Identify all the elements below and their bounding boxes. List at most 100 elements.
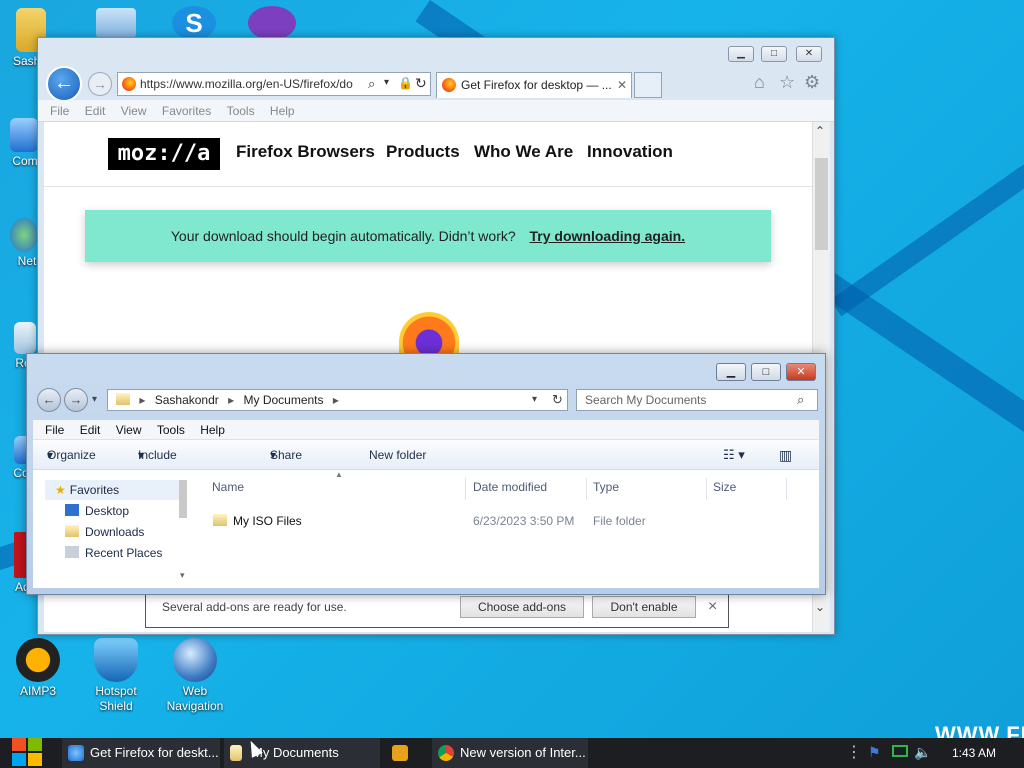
- favorites-star-icon[interactable]: ☆: [779, 72, 795, 93]
- forward-button[interactable]: →: [64, 388, 88, 412]
- network-icon: [10, 218, 38, 252]
- column-header-date-modified[interactable]: Date modified: [473, 478, 587, 500]
- globe-icon: [173, 638, 217, 682]
- desktop-icon-aimp3[interactable]: AIMP3: [8, 638, 68, 698]
- sidebar-item-recent-places[interactable]: Recent Places: [65, 543, 162, 563]
- explorer-window[interactable]: ▁ □ ✕ ← → ▾ ▸ Sashakondr ▸ My Documents …: [26, 353, 826, 595]
- media-player-icon: [392, 745, 408, 761]
- nav-firefox-browsers[interactable]: Firefox Browsers: [236, 142, 375, 162]
- control-panel-icon[interactable]: [96, 8, 136, 38]
- close-button[interactable]: ✕: [786, 363, 816, 381]
- dont-enable-button[interactable]: Don't enable: [592, 596, 696, 618]
- search-icon[interactable]: ⌕: [368, 76, 375, 92]
- column-header-size[interactable]: Size: [713, 478, 787, 500]
- close-button[interactable]: ✕: [796, 46, 822, 62]
- view-options-icon[interactable]: ☷ ▾: [723, 440, 745, 470]
- skype-icon[interactable]: S: [172, 6, 216, 40]
- nav-who-we-are[interactable]: Who We Are: [474, 142, 573, 162]
- menu-tools[interactable]: Tools: [157, 420, 185, 440]
- breadcrumb-my-documents[interactable]: My Documents: [243, 393, 323, 407]
- folder-icon: [230, 745, 242, 761]
- preview-pane-icon[interactable]: ▥: [779, 440, 792, 470]
- notification-close-icon[interactable]: ×: [708, 592, 717, 622]
- breadcrumb[interactable]: ▸ Sashakondr ▸ My Documents ▸ ▾ ↻: [107, 389, 568, 411]
- sidebar-item-favorites[interactable]: ★ Favorites: [55, 480, 119, 500]
- menu-help[interactable]: Help: [200, 420, 225, 440]
- flag-icon[interactable]: ⚑: [868, 744, 881, 761]
- sidebar-item-downloads[interactable]: Downloads: [65, 522, 144, 542]
- minimize-button[interactable]: ▁: [728, 46, 754, 62]
- refresh-icon[interactable]: ↻: [552, 390, 563, 410]
- include-in-library-button[interactable]: Include in library ▾: [138, 440, 177, 522]
- scroll-down-icon[interactable]: ⌄: [815, 600, 825, 614]
- scroll-up-icon[interactable]: ⌃: [815, 124, 825, 138]
- wifi-app-icon[interactable]: [248, 6, 296, 40]
- windows-logo-icon: [12, 753, 26, 766]
- new-folder-button[interactable]: New folder: [369, 440, 426, 470]
- taskbar-item-chrome[interactable]: New version of Inter...: [432, 738, 588, 768]
- column-header-name[interactable]: Name: [212, 478, 466, 500]
- address-url: https://www.mozilla.org/en-US/firefox/do: [140, 77, 353, 91]
- breadcrumb-sashakondr[interactable]: Sashakondr: [155, 393, 219, 407]
- menu-favorites[interactable]: Favorites: [162, 100, 211, 122]
- network-tray-icon[interactable]: [892, 745, 908, 757]
- shield-icon: [94, 638, 138, 682]
- nav-products[interactable]: Products: [386, 142, 460, 162]
- home-icon[interactable]: ⌂: [754, 72, 765, 93]
- breadcrumb-separator-icon: ▸: [139, 393, 146, 407]
- windows-logo-icon: [28, 738, 42, 751]
- menu-help[interactable]: Help: [270, 100, 295, 122]
- forward-button[interactable]: →: [88, 72, 112, 96]
- aimp-icon: [16, 638, 60, 682]
- computer-icon: [10, 118, 38, 152]
- nav-innovation[interactable]: Innovation: [587, 142, 673, 162]
- organize-button[interactable]: Organize ▾: [47, 440, 96, 470]
- scrollbar-thumb[interactable]: [815, 158, 828, 250]
- recent-pages-dropdown-icon[interactable]: ▾: [92, 394, 97, 405]
- back-button[interactable]: ←: [46, 66, 82, 102]
- desktop-icon-hotspot-shield[interactable]: Hotspot Shield: [86, 638, 146, 714]
- menu-tools[interactable]: Tools: [227, 100, 255, 122]
- tab-get-firefox[interactable]: Get Firefox for desktop — ... ✕: [436, 72, 632, 98]
- gear-icon[interactable]: ⚙: [804, 72, 820, 93]
- type-cell: File folder: [593, 514, 646, 528]
- sidebar-item-desktop[interactable]: Desktop: [65, 501, 129, 521]
- new-tab-button[interactable]: [634, 72, 662, 98]
- sidebar-scrollbar-thumb[interactable]: [179, 480, 187, 518]
- explorer-menu-bar: File Edit View Tools Help: [33, 420, 819, 440]
- wallpaper-stripe: [830, 70, 1024, 317]
- back-button[interactable]: ←: [37, 388, 61, 412]
- menu-view[interactable]: View: [121, 100, 147, 122]
- desktop-icon: [65, 504, 79, 516]
- menu-edit[interactable]: Edit: [85, 100, 106, 122]
- maximize-button[interactable]: □: [761, 46, 787, 62]
- share-with-button[interactable]: Share with ▾: [270, 440, 302, 492]
- clock[interactable]: 1:43 AM: [952, 738, 996, 768]
- column-header-type[interactable]: Type: [593, 478, 707, 500]
- search-icon[interactable]: ⌕: [797, 390, 804, 410]
- address-dropdown-icon[interactable]: ▾: [532, 390, 537, 410]
- dropdown-icon[interactable]: ▾: [384, 77, 389, 88]
- minimize-button[interactable]: ▁: [716, 363, 746, 381]
- tab-close-icon[interactable]: ✕: [617, 73, 627, 97]
- menu-file[interactable]: File: [50, 100, 69, 122]
- desktop-icon-web-navigation[interactable]: Web Navigation: [165, 638, 225, 714]
- taskbar: Get Firefox for deskt... My Documents Ne…: [0, 738, 1024, 768]
- try-again-link[interactable]: Try downloading again.: [530, 228, 686, 244]
- choose-addons-button[interactable]: Choose add-ons: [460, 596, 584, 618]
- volume-muted-icon[interactable]: 🔈: [914, 744, 931, 761]
- tray-overflow-icon[interactable]: ⋮: [846, 742, 862, 762]
- search-input[interactable]: Search My Documents ⌕: [576, 389, 818, 411]
- start-button[interactable]: [12, 738, 42, 768]
- recent-places-icon: [65, 546, 79, 558]
- sidebar-scroll-down-icon[interactable]: ▾: [180, 570, 185, 581]
- menu-file[interactable]: File: [45, 420, 64, 440]
- refresh-icon[interactable]: ↻: [415, 75, 427, 92]
- taskbar-item-media[interactable]: [386, 738, 422, 768]
- mozilla-logo[interactable]: moz://a: [108, 138, 220, 170]
- menu-view[interactable]: View: [116, 420, 142, 440]
- taskbar-item-ie[interactable]: Get Firefox for deskt...: [62, 738, 220, 768]
- breadcrumb-separator-icon: ▸: [228, 393, 235, 407]
- menu-edit[interactable]: Edit: [80, 420, 101, 440]
- maximize-button[interactable]: □: [751, 363, 781, 381]
